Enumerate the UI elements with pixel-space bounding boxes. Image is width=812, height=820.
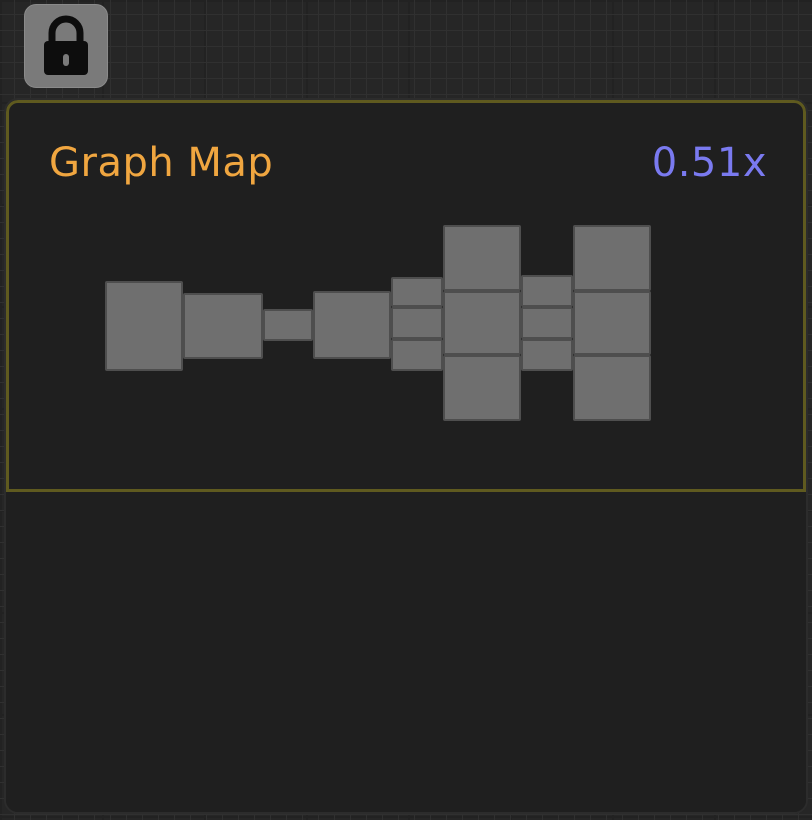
minimap-node (573, 225, 651, 291)
minimap-node (263, 309, 313, 341)
minimap-node (521, 307, 573, 339)
canvas-background[interactable]: Graph Map 0.51x (0, 0, 812, 820)
minimap-node (105, 281, 183, 371)
minimap-node (443, 355, 521, 421)
panel-empty-area (6, 492, 806, 812)
minimap-node (443, 291, 521, 355)
minimap-node (521, 339, 573, 371)
minimap-node (573, 355, 651, 421)
minimap-node (391, 307, 443, 339)
minimap-node (391, 339, 443, 371)
lock-button[interactable] (24, 4, 108, 88)
graph-map-title: Graph Map (49, 140, 274, 186)
minimap-node (573, 291, 651, 355)
zoom-readout: 0.51x (651, 140, 767, 186)
minimap-node (443, 225, 521, 291)
minimap-node (313, 291, 391, 359)
minimap-node (391, 277, 443, 307)
minimap-node (521, 275, 573, 307)
minimap-node (183, 293, 263, 359)
graph-map-section[interactable]: Graph Map 0.51x (6, 100, 806, 492)
graph-map-panel: Graph Map 0.51x (4, 98, 808, 814)
lock-icon (40, 15, 92, 77)
